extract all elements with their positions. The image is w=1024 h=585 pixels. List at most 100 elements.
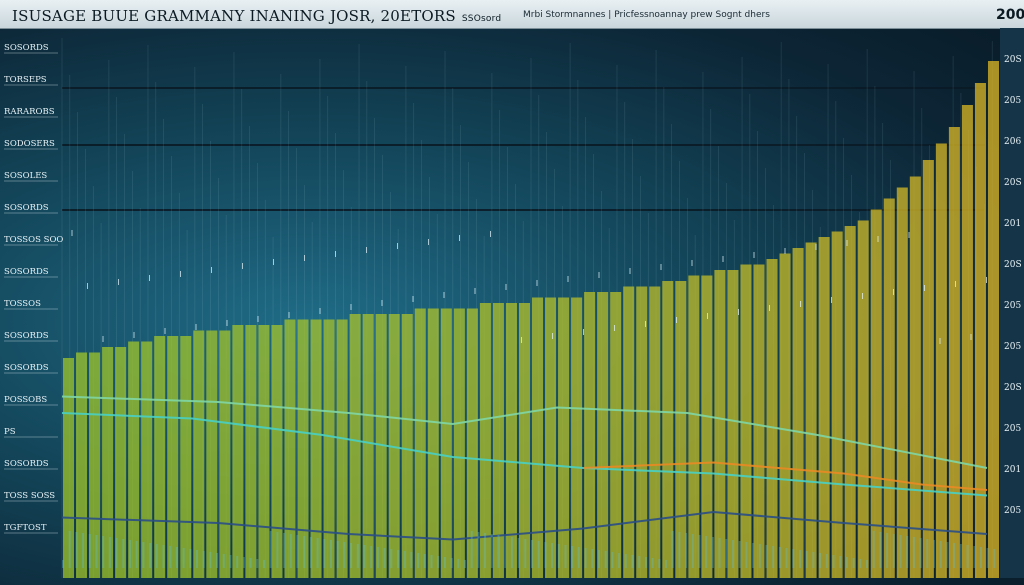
noise-bar-91 — [671, 531, 674, 568]
noise-bar-14 — [155, 544, 158, 568]
noise-bar-15 — [162, 545, 165, 568]
bar-13 — [232, 325, 244, 578]
noise-bar-88 — [651, 558, 654, 568]
bar-23 — [362, 314, 374, 578]
noise-bar-27 — [242, 557, 245, 568]
noise-bar-47 — [376, 547, 379, 568]
right-axis-label-6: 205 — [1004, 301, 1021, 311]
noise-bar-113 — [819, 553, 822, 568]
noise-bar-110 — [799, 550, 801, 568]
bar-29 — [440, 308, 452, 578]
noise-bar-23 — [216, 553, 219, 568]
right-axis-label-4: 201 — [1004, 219, 1021, 229]
left-axis-label-6: TOSSOS SOO — [4, 235, 63, 245]
noise-bar-0 — [62, 560, 64, 568]
bar-18 — [297, 319, 309, 578]
noise-bar-107 — [778, 547, 781, 568]
noise-bar-26 — [236, 556, 239, 568]
noise-bar-2 — [75, 532, 78, 568]
bar-12 — [219, 330, 231, 578]
left-axis-label-15: TGFTOST — [4, 523, 47, 533]
noise-bar-59 — [457, 559, 460, 568]
noise-bar-56 — [437, 556, 440, 568]
noise-bar-43 — [350, 543, 353, 568]
noise-bar-119 — [859, 559, 862, 568]
left-axis-label-8: TOSSOS — [4, 299, 41, 309]
right-axis-label-1: 205 — [1004, 96, 1021, 106]
bar-59 — [831, 231, 843, 578]
bar-50 — [714, 270, 726, 578]
right-axis-label-2: 206 — [1004, 137, 1021, 147]
noise-bar-13 — [149, 543, 152, 568]
bar-43 — [623, 286, 635, 578]
noise-bar-29 — [256, 559, 259, 568]
noise-bar-50 — [397, 550, 399, 568]
bar-69 — [961, 105, 973, 578]
bar-63 — [883, 198, 895, 578]
bar-40 — [584, 292, 596, 578]
noise-bar-48 — [383, 548, 386, 568]
left-axis-label-13: SOSORDS — [4, 459, 49, 469]
noise-bar-114 — [825, 554, 828, 568]
left-axis-label-7: SOSORDS — [4, 267, 49, 277]
noise-bar-1 — [68, 531, 71, 568]
bar-10 — [193, 330, 205, 578]
noise-bar-136 — [973, 546, 976, 568]
bar-51 — [727, 270, 739, 578]
noise-bar-68 — [517, 538, 520, 568]
noise-bar-99 — [725, 539, 728, 568]
noise-bar-44 — [356, 544, 359, 568]
noise-bar-38 — [316, 538, 319, 568]
right-axis-label-7: 205 — [1004, 342, 1021, 352]
noise-bar-76 — [571, 546, 574, 568]
noise-bar-21 — [202, 551, 205, 568]
bar-38 — [558, 297, 570, 578]
noise-bar-116 — [839, 556, 842, 568]
noise-bar-22 — [209, 552, 212, 568]
noise-bar-32 — [276, 532, 279, 568]
bar-60 — [844, 226, 856, 578]
noise-bar-109 — [792, 549, 795, 568]
noise-bar-126 — [906, 536, 909, 568]
noise-bar-60 — [464, 560, 466, 568]
noise-bar-137 — [979, 547, 982, 568]
noise-bar-104 — [758, 544, 761, 568]
noise-bar-87 — [644, 557, 647, 568]
bar-46 — [662, 281, 674, 578]
noise-bar-67 — [510, 537, 513, 568]
noise-bar-105 — [765, 545, 768, 568]
noise-bar-55 — [430, 555, 433, 568]
left-axis-label-5: SOSORDS — [4, 203, 49, 213]
bar-57 — [805, 242, 817, 578]
noise-bar-30 — [263, 560, 265, 568]
noise-bar-120 — [866, 560, 868, 568]
bar-15 — [258, 325, 270, 578]
noise-bar-58 — [450, 558, 453, 568]
bar-30 — [453, 308, 465, 578]
noise-bar-66 — [504, 536, 507, 568]
noise-bar-19 — [189, 549, 192, 568]
noise-bar-40 — [330, 540, 332, 568]
noise-bar-34 — [289, 534, 292, 568]
noise-bar-4 — [88, 534, 91, 568]
noise-bar-6 — [102, 536, 105, 568]
bar-0 — [63, 358, 75, 578]
noise-bar-77 — [577, 547, 580, 568]
noise-bar-124 — [892, 534, 895, 568]
noise-bar-65 — [497, 535, 500, 568]
noise-bar-31 — [269, 531, 272, 568]
noise-bar-54 — [423, 554, 426, 568]
bar-66 — [922, 160, 934, 578]
noise-bar-10 — [129, 540, 131, 568]
noise-bar-125 — [899, 535, 902, 568]
left-axis-label-10: SOSORDS — [4, 363, 49, 373]
noise-bar-128 — [919, 538, 922, 568]
bar-56 — [792, 248, 804, 578]
noise-bar-79 — [591, 549, 594, 568]
noise-bar-96 — [705, 536, 708, 568]
noise-bar-108 — [785, 548, 788, 568]
noise-bar-81 — [604, 551, 607, 568]
noise-bar-102 — [745, 542, 748, 568]
noise-bar-74 — [557, 544, 560, 568]
bar-35 — [518, 303, 530, 578]
